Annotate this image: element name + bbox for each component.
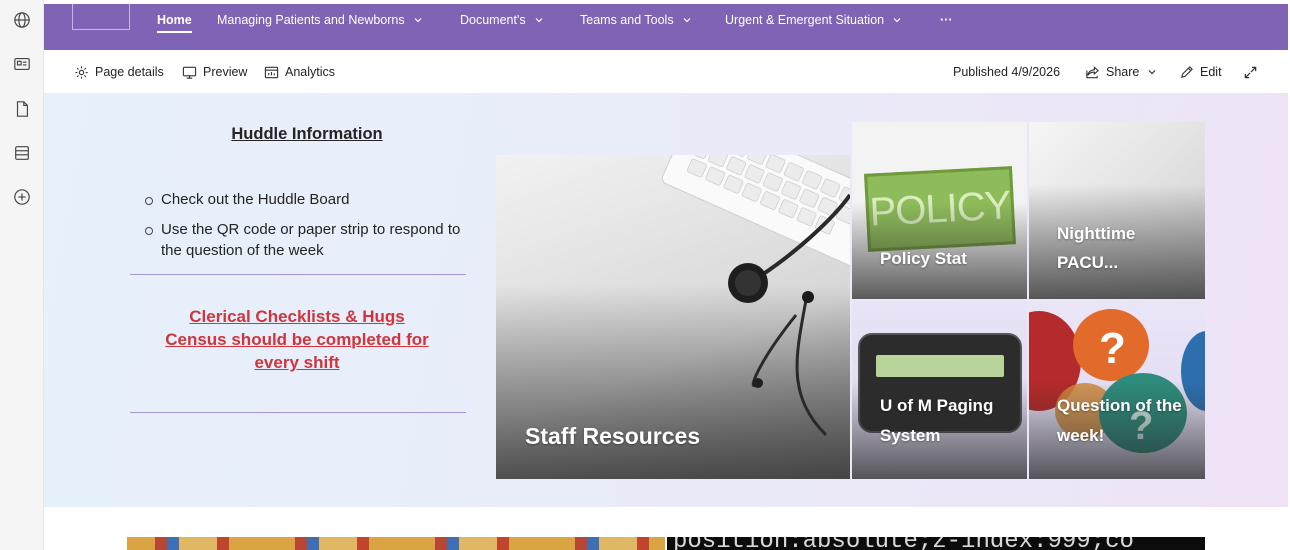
add-icon[interactable] [12, 187, 32, 207]
edit-button[interactable]: Edit [1179, 62, 1222, 82]
chevron-down-icon [1148, 70, 1156, 75]
bottom-image-code[interactable]: position:absolute;z-index:999;co [667, 537, 1205, 550]
nav-teams-tools[interactable]: Teams and Tools [580, 10, 692, 30]
edit-label: Edit [1200, 65, 1222, 79]
nav-label: ··· [940, 13, 953, 27]
divider [130, 412, 466, 413]
share-label: Share [1106, 65, 1140, 79]
site-logo[interactable] [72, 4, 130, 30]
tile-question-of-week[interactable]: ? ? Question of the week! [1029, 301, 1205, 479]
preview-label: Preview [203, 65, 248, 79]
svg-text:?: ? [1099, 324, 1126, 373]
huddle-bullets: Check out the Huddle Board Use the QR co… [144, 189, 484, 270]
tile-nighttime-pacu[interactable]: Nighttime PACU... [1029, 122, 1205, 299]
red-line-1: Clerical Checklists & Hugs [189, 307, 405, 326]
tile-staff-resources[interactable]: Staff Resources [496, 155, 850, 479]
tile-title: U of M Paging System [880, 396, 994, 445]
clerical-checklists-link[interactable]: Clerical Checklists & Hugs Census should… [144, 305, 450, 374]
red-line-2: Census should be completed for every shi… [165, 330, 429, 372]
analytics-button[interactable]: Analytics [264, 62, 335, 82]
published-status: Published 4/9/2026 [953, 62, 1060, 82]
command-bar: Page details Preview Analytics Published… [44, 50, 1288, 93]
divider [130, 274, 466, 275]
page-icon[interactable] [12, 99, 32, 119]
page-details-button[interactable]: Page details [74, 62, 164, 82]
list-item: Use the QR code or paper strip to respon… [144, 219, 484, 261]
tile-title: Nighttime PACU... [1057, 224, 1136, 272]
tile-title: Question of the week! [1057, 396, 1182, 445]
analytics-label: Analytics [285, 65, 336, 79]
code-text: position:absolute;z-index:999;co [673, 537, 1134, 550]
tile-title: Policy Stat [880, 249, 967, 268]
chevron-down-icon [893, 18, 901, 23]
tile-paging-system[interactable]: U of M Paging System [852, 301, 1027, 479]
nav-urgent-emergent[interactable]: Urgent & Emergent Situation [725, 10, 902, 30]
nav-managing-patients[interactable]: Managing Patients and Newborns [217, 10, 423, 30]
published-label: Published 4/9/2026 [953, 65, 1061, 79]
list-icon[interactable] [12, 143, 32, 163]
expand-button[interactable] [1243, 62, 1264, 82]
bottom-image-tools[interactable] [127, 537, 665, 550]
page-details-label: Page details [95, 65, 164, 79]
nav-label: Urgent & Emergent Situation [725, 13, 885, 27]
preview-button[interactable]: Preview [182, 62, 247, 82]
nav-label: Managing Patients and Newborns [217, 13, 405, 27]
nav-label: Document's [460, 13, 526, 27]
tile-title: Staff Resources [525, 423, 701, 449]
share-button[interactable]: Share [1085, 62, 1157, 82]
share-icon [1086, 65, 1099, 78]
site-navigation: Home Managing Patients and Newborns Docu… [44, 4, 1288, 50]
nav-label: Teams and Tools [580, 13, 674, 27]
hero-section: Huddle Information Check out the Huddle … [44, 93, 1288, 507]
chevron-down-icon [683, 18, 691, 23]
preview-icon [182, 66, 197, 79]
tile-policy-stat[interactable]: POLICY Policy Stat [852, 122, 1027, 299]
expand-icon [1244, 66, 1257, 78]
active-tab-underline [157, 31, 192, 33]
chevron-down-icon [414, 18, 422, 23]
analytics-icon [264, 66, 279, 78]
chevron-down-icon [535, 18, 543, 23]
nav-home[interactable]: Home [157, 10, 192, 30]
list-item: Check out the Huddle Board [144, 189, 484, 210]
globe-icon[interactable] [12, 10, 32, 30]
nav-documents[interactable]: Document's [460, 10, 544, 30]
news-icon[interactable] [12, 54, 32, 74]
nav-more[interactable]: ··· [940, 10, 953, 30]
gear-icon [75, 65, 88, 79]
huddle-title: Huddle Information [231, 125, 383, 143]
nav-label: Home [157, 13, 192, 27]
edit-icon [1180, 65, 1193, 78]
app-rail [0, 0, 44, 550]
